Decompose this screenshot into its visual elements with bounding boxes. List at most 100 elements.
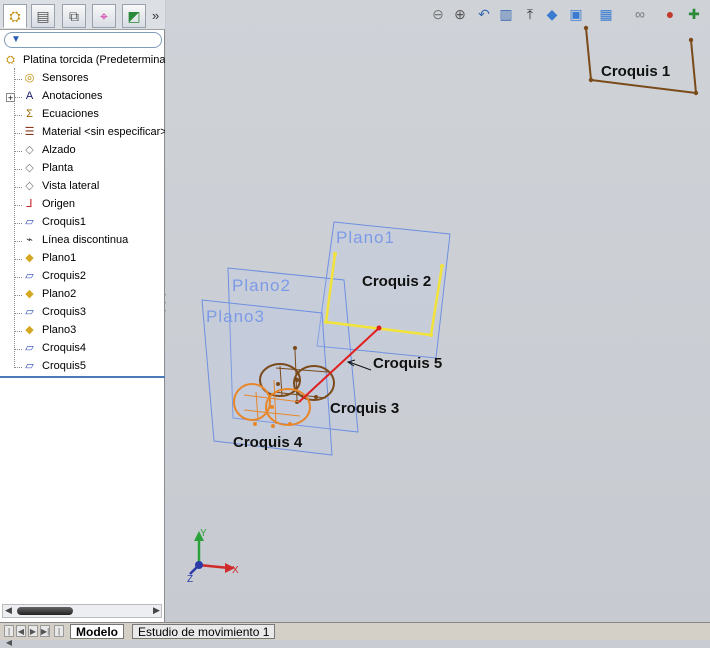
tree-guide-line	[14, 187, 22, 188]
sketch-icon: ▱	[25, 360, 34, 372]
tree-item[interactable]: ◎ Sensores	[0, 70, 165, 88]
panel-horizontal-scrollbar[interactable]: ◀ ▶	[2, 604, 162, 618]
x-axis-label: X	[232, 565, 239, 576]
feature-manager-panel: ⛭ ▤ ⧉ ⌖ ◩ » ▼ ⛭ Platina torcida (Predeter…	[0, 0, 165, 622]
tree-item[interactable]: ▱ Croquis1	[0, 214, 165, 232]
panel-tab-bar: ⛭ ▤ ⧉ ⌖ ◩ »	[0, 0, 165, 30]
last-tab-icon[interactable]: ▶|	[40, 625, 50, 637]
plane-feature-icon: ◆	[25, 288, 34, 300]
bottom-tab-bar: |◀ ◀ ▶ ▶| | Modelo Estudio de movimiento…	[0, 622, 710, 647]
croquis1-sketch[interactable]	[583, 25, 699, 96]
plane-feature-icon: ◆	[25, 252, 34, 264]
tree-item[interactable]: ⌁ Línea discontinua	[0, 232, 165, 250]
tree-item[interactable]: ▱ Croquis2	[0, 268, 165, 286]
display-manager-tab[interactable]: ◩	[122, 4, 146, 28]
equation-icon: Σ	[26, 108, 33, 120]
tree-item[interactable]: Σ Ecuaciones	[0, 106, 165, 124]
tree-guide-line	[14, 115, 22, 116]
tree-guide-line	[14, 79, 22, 80]
tree-item[interactable]: ◇ Alzado	[0, 142, 165, 160]
tree-guide-line	[14, 313, 22, 314]
tree-guide-line	[14, 295, 22, 296]
more-tabs-icon[interactable]: »	[152, 8, 159, 23]
plane-icon: ◇	[25, 144, 34, 156]
annotation-icon: A	[25, 90, 34, 102]
tree-item-label: Croquis2	[42, 270, 87, 282]
tree-guide-line	[14, 277, 22, 278]
previous-tab-icon[interactable]: ◀	[16, 625, 26, 637]
dimxpert-tab[interactable]: ⌖	[92, 4, 116, 28]
material-icon: ☰	[24, 126, 35, 138]
scroll-right-icon[interactable]: ▶	[153, 605, 160, 616]
feature-tree: ⛭ Platina torcida (Predetermina ◎ Sensores A…	[0, 52, 165, 375]
tree-guide-line	[14, 259, 22, 260]
z-axis-label: Z	[187, 574, 193, 585]
model-scene: Croquis 1 Plano1 Plano2 Plano3 Croquis 2	[187, 25, 699, 585]
tree-item[interactable]: ◇ Planta	[0, 160, 165, 178]
featuremanager-tab[interactable]: ⛭	[3, 4, 27, 28]
croquis2-label: Croquis 2	[362, 273, 431, 290]
tree-item-label: Alzado	[42, 144, 76, 156]
expand-annotations-icon[interactable]: +	[6, 93, 15, 103]
tab-scroll-icon[interactable]: |	[54, 625, 64, 637]
tab-modelo[interactable]: Modelo	[70, 624, 124, 639]
tree-item[interactable]: ▱ Croquis5	[0, 358, 165, 375]
tree-item[interactable]: ▱ Croquis4	[0, 340, 165, 358]
tree-item-label: Sensores	[42, 72, 89, 84]
croquis1-label: Croquis 1	[601, 63, 670, 80]
tree-item-label: Línea discontinua	[42, 234, 129, 246]
coordinate-triad: Y X Z	[187, 528, 239, 585]
tree-guide-line	[14, 241, 22, 242]
plane-feature-icon: ◆	[25, 324, 34, 336]
tree-root-label: Platina torcida (Predetermina	[23, 54, 165, 66]
tree-guide-line	[14, 169, 22, 170]
tree-root-part[interactable]: ⛭ Platina torcida (Predetermina	[0, 52, 165, 70]
plano1-label: Plano1	[336, 228, 395, 247]
tree-item[interactable]: ◆ Plano2	[0, 286, 165, 304]
scroll-left-icon[interactable]: ◀	[5, 605, 12, 616]
scrollbar-thumb[interactable]	[17, 607, 73, 615]
sketch-icon: ▱	[25, 306, 34, 318]
part-icon: ⛭	[6, 54, 15, 66]
3d-sketch-icon: ⌁	[26, 234, 33, 246]
tree-item-label: Origen	[42, 198, 76, 210]
tree-item[interactable]: ◇ Vista lateral	[0, 178, 165, 196]
graphics-area[interactable]: ⊖ ⊕ ↶ ▥ ⤒ ◆ ▣ ▦ ∞ ● ✚ Croquis 1 Plano1 P…	[166, 0, 710, 622]
tree-guide-line	[14, 205, 22, 206]
plano3-label: Plano3	[206, 307, 265, 326]
next-tab-icon[interactable]: ▶	[28, 625, 38, 637]
display-manager-icon: ◩	[127, 8, 141, 24]
sensor-icon: ◎	[24, 72, 35, 84]
tree-item-label: Croquis3	[42, 306, 87, 318]
tree-item[interactable]: ☰ Material <sin especificar>	[0, 124, 165, 142]
tree-item[interactable]: ◆ Plano3	[0, 322, 165, 340]
tree-item[interactable]: A Anotaciones	[0, 88, 165, 106]
tree-item-label: Plano2	[42, 288, 77, 300]
tree-item-label: Vista lateral	[42, 180, 100, 192]
sketch-icon: ▱	[25, 270, 34, 282]
sketch-icon: ▱	[25, 342, 34, 354]
propertymanager-tab[interactable]: ▤	[31, 4, 55, 28]
origin-icon: ⅃	[26, 198, 33, 210]
tree-item-label: Material <sin especificar>	[42, 126, 165, 138]
tree-guide-line	[14, 223, 22, 224]
tree-guide-line	[14, 133, 22, 134]
dimxpert-icon: ⌖	[100, 8, 108, 24]
tree-item-label: Plano1	[42, 252, 77, 264]
tree-item-label: Croquis5	[42, 360, 87, 372]
sketch-icon: ▱	[25, 216, 34, 228]
croquis5-label: Croquis 5	[373, 355, 442, 372]
tree-item-label: Planta	[42, 162, 74, 174]
croquis4-label: Croquis 4	[233, 434, 303, 451]
tree-item[interactable]: ◆ Plano1	[0, 250, 165, 268]
tree-item[interactable]: ⅃ Origen	[0, 196, 165, 214]
configurationmanager-icon: ⧉	[69, 8, 79, 24]
first-tab-icon[interactable]: |◀	[4, 625, 14, 647]
tree-item-label: Ecuaciones	[42, 108, 99, 120]
tree-item[interactable]: ▱ Croquis3	[0, 304, 165, 322]
tree-filter-input[interactable]: ▼	[4, 32, 162, 48]
configurationmanager-tab[interactable]: ⧉	[62, 4, 86, 28]
plane-icon: ◇	[25, 180, 34, 192]
rollback-bar[interactable]	[0, 376, 165, 378]
tab-estudio-movimiento[interactable]: Estudio de movimiento 1	[132, 624, 276, 639]
